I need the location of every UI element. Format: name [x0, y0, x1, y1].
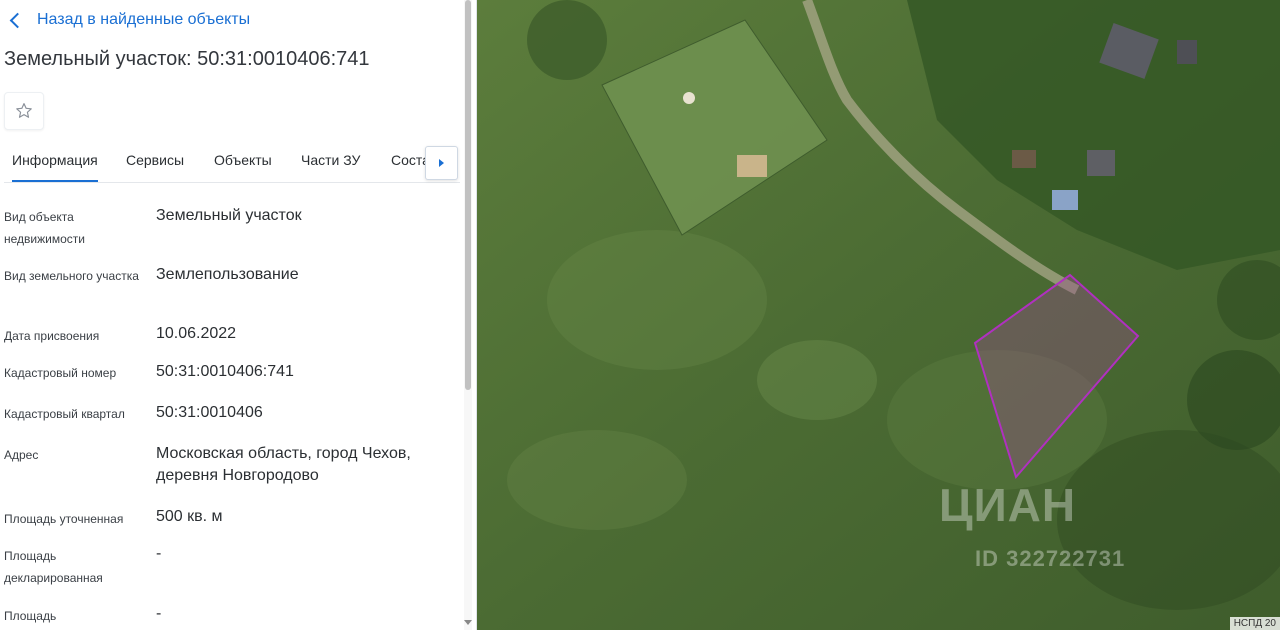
caret-right-icon	[439, 159, 444, 167]
map-imagery	[477, 0, 1280, 630]
scrollbar-thumb[interactable]	[465, 0, 471, 390]
prop-label-area: Площадь	[4, 609, 57, 623]
tab-bar: Информация Сервисы Объекты Части ЗУ Сост…	[4, 146, 460, 183]
map-credit: НСПД 20	[1229, 617, 1280, 630]
prop-value-object-type: Земельный участок	[156, 207, 302, 224]
prop-value-cadastral-quarter: 50:31:0010406	[156, 404, 263, 421]
prop-label-parcel-type: Вид земельного участка	[4, 269, 139, 283]
scroll-down-icon[interactable]	[464, 620, 472, 625]
info-panel: Назад в найденные объекты Земельный учас…	[0, 0, 477, 630]
page-title: Земельный участок: 50:31:0010406:741	[4, 48, 370, 70]
prop-label-area-specified: Площадь уточненная	[4, 512, 124, 526]
prop-value-area-declared: -	[156, 545, 162, 562]
prop-value-address: Московская область, город Чехов, деревня…	[156, 445, 411, 484]
prop-label-assigned-date: Дата присвоения	[4, 329, 100, 343]
watermark-id: ID 322722731	[975, 546, 1126, 571]
prop-value-cadastral-number: 50:31:0010406:741	[156, 363, 294, 380]
tab-services[interactable]: Сервисы	[126, 152, 184, 180]
favorite-button[interactable]	[4, 92, 44, 130]
back-link[interactable]: Назад в найденные объекты	[8, 8, 250, 32]
chevron-left-icon	[9, 12, 26, 28]
prop-label-cadastral-number: Кадастровый номер	[4, 366, 117, 380]
prop-label-object-type: Вид объекта недвижимости	[4, 210, 85, 246]
prop-label-address: Адрес	[4, 448, 39, 462]
prop-value-area: -	[156, 605, 162, 622]
watermark-logo: ЦИАН	[939, 479, 1077, 531]
tab-parts[interactable]: Части ЗУ	[301, 152, 360, 180]
satellite-map[interactable]: ЦИАН ID 322722731 НСПД 20	[477, 0, 1280, 630]
star-outline-icon	[16, 103, 32, 118]
back-link-label: Назад в найденные объекты	[37, 11, 251, 28]
prop-label-cadastral-quarter: Кадастровый квартал	[4, 407, 125, 421]
prop-value-parcel-type: Землепользование	[156, 266, 299, 283]
panel-scrollbar[interactable]	[464, 0, 472, 630]
tab-objects[interactable]: Объекты	[214, 152, 272, 180]
tab-information[interactable]: Информация	[12, 152, 98, 182]
prop-label-area-declared: Площадь декларированная	[4, 549, 103, 585]
prop-value-assigned-date: 10.06.2022	[156, 325, 237, 342]
tabs-next-button[interactable]	[425, 146, 458, 180]
prop-value-area-specified: 500 кв. м	[156, 508, 223, 525]
